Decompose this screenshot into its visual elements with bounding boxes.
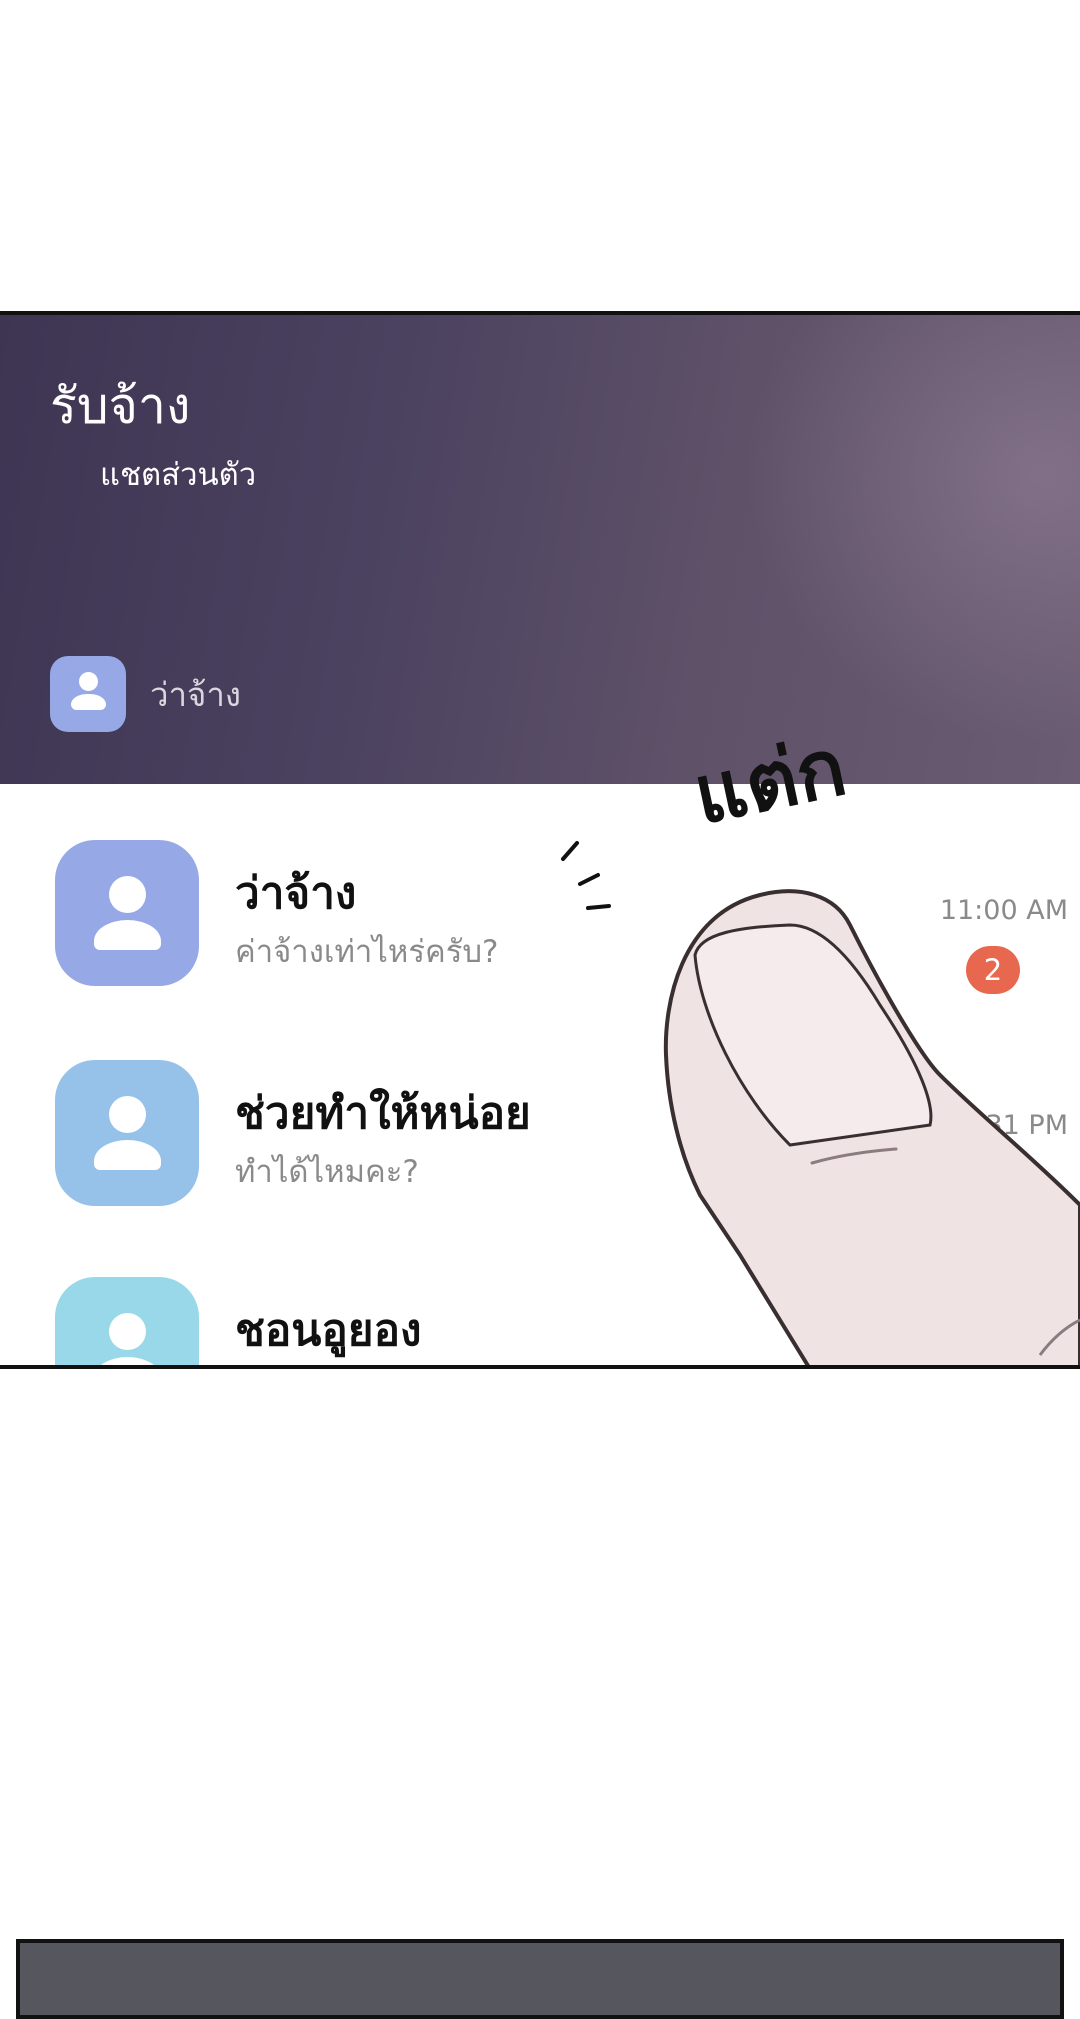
person-icon-body bbox=[71, 694, 106, 710]
next-panel bbox=[16, 1939, 1064, 2019]
chat-row[interactable]: ว่าจ้าง ค่าจ้างเท่าไหร่ครับ? 11:00 AM 2 bbox=[0, 840, 1080, 994]
chat-name: ช่วยทำให้หน่อย bbox=[235, 1088, 531, 1139]
person-icon-body bbox=[94, 1140, 161, 1170]
avatar bbox=[50, 656, 126, 732]
page-title: รับจ้าง bbox=[50, 377, 191, 435]
avatar bbox=[55, 1060, 199, 1206]
page-subtitle: แชตส่วนตัว bbox=[100, 457, 257, 493]
chat-time: 4:31 PM bbox=[959, 1110, 1068, 1141]
chat-row[interactable]: ช่วยทำให้หน่อย ทำได้ไหมคะ? 4:31 PM bbox=[0, 1060, 1080, 1210]
person-icon bbox=[109, 1096, 146, 1133]
chat-preview: ค่าจ้างเท่าไหร่ครับ? bbox=[235, 934, 499, 970]
header-contact[interactable]: ว่าจ้าง bbox=[50, 656, 241, 732]
chat-list: ว่าจ้าง ค่าจ้างเท่าไหร่ครับ? 11:00 AM 2 … bbox=[0, 784, 1080, 1365]
person-icon bbox=[79, 672, 98, 691]
person-icon bbox=[109, 876, 146, 913]
person-icon bbox=[109, 1313, 146, 1350]
avatar bbox=[55, 1277, 199, 1365]
chat-time: 11:00 AM bbox=[939, 895, 1068, 926]
person-icon-body bbox=[94, 920, 161, 950]
avatar bbox=[55, 840, 199, 986]
unread-badge: 2 bbox=[966, 946, 1020, 994]
person-icon-body bbox=[94, 1357, 161, 1365]
chat-name: ว่าจ้าง bbox=[235, 868, 357, 919]
chat-preview: ทำได้ไหมคะ? bbox=[235, 1154, 419, 1190]
header-contact-label: ว่าจ้าง bbox=[150, 674, 242, 714]
chat-list-panel: รับจ้าง แชตส่วนตัว ว่าจ้าง ว่าจ้าง ค่าจ้… bbox=[0, 311, 1080, 1369]
chat-row[interactable]: ชอนอูยอง bbox=[0, 1277, 1080, 1365]
chat-name: ชอนอูยอง bbox=[235, 1305, 422, 1356]
chat-header: รับจ้าง แชตส่วนตัว ว่าจ้าง bbox=[0, 315, 1080, 784]
